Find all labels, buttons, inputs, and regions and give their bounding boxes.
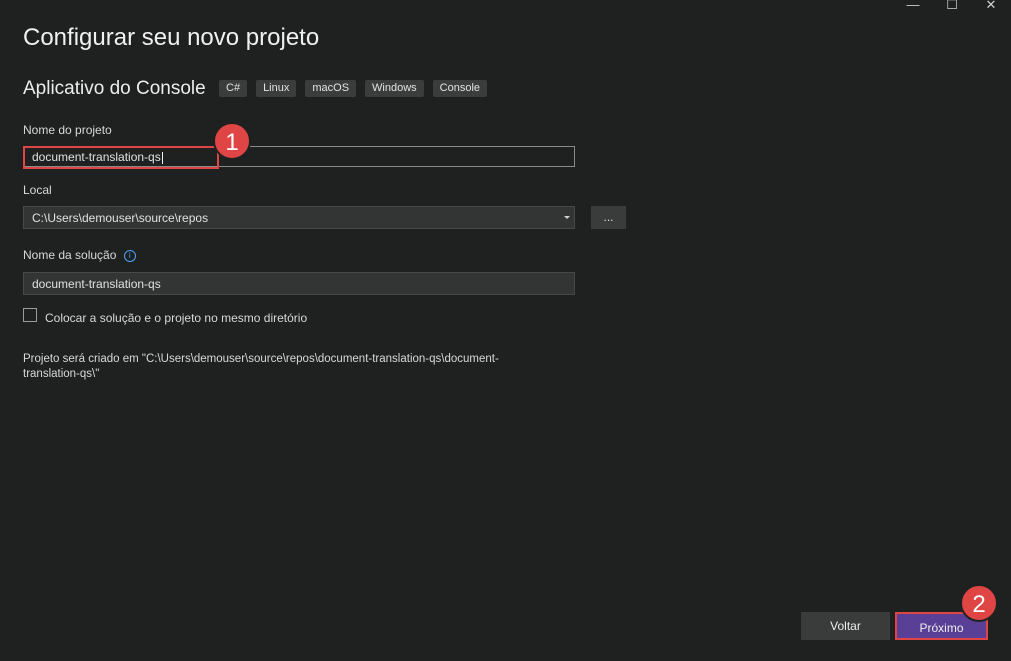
solution-name-label-row: Nome da solução i	[23, 248, 136, 262]
project-name-value: document-translation-qs	[32, 150, 161, 164]
solution-name-label: Nome da solução	[23, 248, 117, 262]
project-name-label: Nome do projeto	[23, 123, 112, 137]
project-path-note: Projeto será criado em "C:\Users\demouse…	[23, 353, 499, 380]
step-1-badge: 1	[213, 122, 251, 160]
tag-macos: macOS	[305, 80, 357, 97]
minimize-button[interactable]: —	[903, 0, 923, 12]
page-title: Configurar seu novo projeto	[23, 24, 320, 51]
location-dropdown[interactable]: C:\Users\demouser\source\repos	[23, 206, 575, 229]
close-button[interactable]: ✕	[981, 0, 1001, 12]
same-directory-checkbox[interactable]	[23, 308, 37, 322]
maximize-button[interactable]: ☐	[942, 0, 962, 12]
solution-name-input[interactable]: document-translation-qs	[23, 272, 575, 295]
location-label: Local	[23, 183, 52, 197]
project-name-input[interactable]: document-translation-qs	[23, 146, 575, 167]
browse-button[interactable]: ...	[591, 206, 626, 229]
tag-windows: Windows	[365, 80, 424, 97]
tag-csharp: C#	[219, 80, 248, 97]
template-name: Aplicativo do Console	[23, 78, 206, 99]
same-directory-label[interactable]: Colocar a solução e o projeto no mesmo d…	[45, 311, 307, 325]
tag-console: Console	[432, 80, 488, 97]
template-tags: C# Linux macOS Windows Console	[219, 80, 488, 97]
info-icon[interactable]: i	[123, 249, 136, 262]
tag-linux: Linux	[256, 80, 297, 97]
chevron-down-icon	[564, 216, 570, 219]
location-value: C:\Users\demouser\source\repos	[32, 211, 209, 225]
step-2-badge: 2	[960, 584, 998, 622]
solution-name-value: document-translation-qs	[32, 277, 161, 291]
text-caret	[161, 151, 163, 164]
back-button[interactable]: Voltar	[801, 612, 890, 640]
